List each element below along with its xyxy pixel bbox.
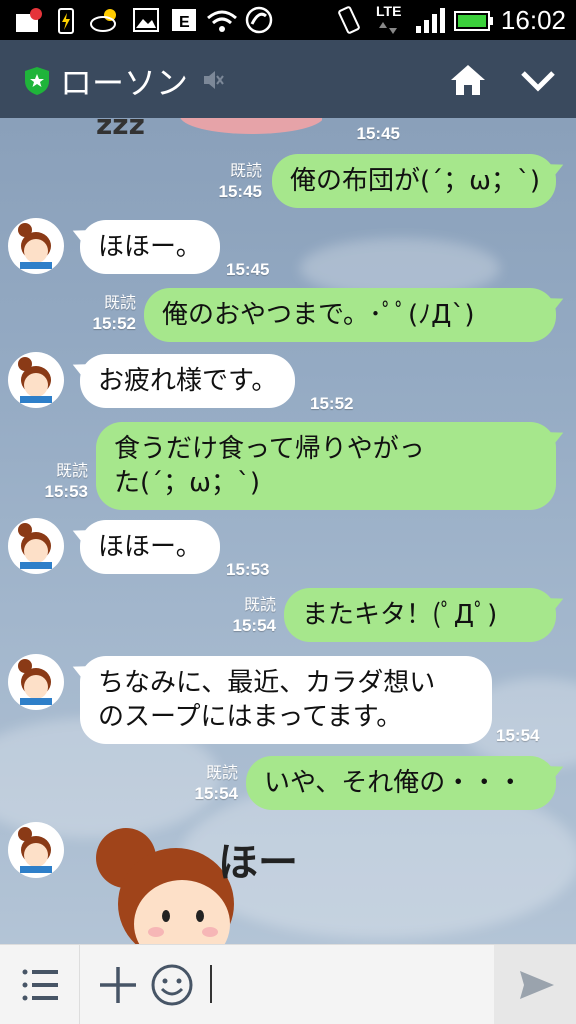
weather-icon	[90, 9, 116, 32]
message-text: ほほー。	[98, 232, 202, 262]
status-bar: E LTE 16:02	[0, 0, 576, 40]
read-receipt: 既読	[229, 163, 262, 180]
message-text: ほほー。	[98, 532, 202, 562]
message-text: 俺のおやつまで。･ﾟﾟ(ﾉД`)	[162, 300, 475, 330]
avatar-image	[9, 823, 63, 877]
message-meta: 既読 15:52	[74, 294, 136, 334]
email-icon: E	[172, 9, 196, 31]
message-meta: 15:52	[310, 394, 370, 414]
input-bar	[0, 944, 576, 1024]
avatar[interactable]	[8, 654, 64, 710]
home-icon[interactable]	[448, 62, 488, 98]
message-bubble-received[interactable]: ほほー。	[80, 220, 220, 274]
message-text: た(´；ω；`)	[114, 468, 261, 498]
status-time: 16:02	[500, 5, 566, 35]
avatar-image	[9, 519, 63, 573]
message-text: のスープにはまってます。	[98, 702, 403, 732]
read-receipt: 既読	[243, 597, 276, 614]
avatar[interactable]	[8, 352, 64, 408]
wifi-icon	[207, 10, 237, 32]
avatar-image	[9, 353, 63, 407]
message-meta: 15:45	[340, 124, 400, 144]
message-meta: 15:45	[226, 260, 286, 280]
sticker-character	[96, 828, 234, 944]
emoji-icon[interactable]	[150, 963, 194, 1007]
message-time: 15:54	[232, 616, 276, 635]
avatar[interactable]	[8, 218, 64, 274]
read-receipt: 既読	[205, 765, 238, 782]
message-text: ちなみに、最近、カラダ想い	[98, 668, 436, 698]
avatar[interactable]	[8, 518, 64, 574]
battery-icon	[454, 11, 493, 31]
mute-icon	[204, 71, 224, 89]
chat-header: ローソン	[0, 40, 576, 118]
message-time: 15:52	[310, 394, 354, 413]
message-time: 15:53	[44, 482, 88, 501]
message-text: 食うだけ食って帰りやがっ	[114, 434, 425, 464]
official-shield-icon	[25, 67, 49, 95]
read-receipt: 既読	[55, 463, 88, 480]
svg-text:E: E	[179, 14, 190, 31]
plus-icon[interactable]	[96, 963, 140, 1007]
message-input[interactable]	[206, 959, 486, 1011]
message-time: 15:45	[218, 182, 262, 201]
sync-icon	[245, 6, 273, 34]
message-meta: 既読 15:45	[200, 162, 262, 202]
message-bubble-sent[interactable]: 俺のおやつまで。･ﾟﾟ(ﾉД`)	[144, 288, 556, 342]
sticker-text: ほー	[218, 840, 298, 886]
chat-title: ローソン	[60, 64, 189, 102]
message-time: 15:52	[92, 314, 136, 333]
message-bubble-received[interactable]: お疲れ様です。	[80, 354, 296, 408]
message-meta: 既読 15:54	[214, 596, 276, 636]
message-text: お疲れ様です。	[98, 366, 278, 396]
message-time: 15:54	[496, 726, 540, 745]
menu-icon	[22, 969, 58, 1001]
avatar-image	[9, 219, 63, 273]
svg-text:zzz: zzz	[96, 118, 145, 141]
message-bubble-sent[interactable]: またキタ！(ﾟДﾟ)	[284, 588, 556, 642]
message-text: 俺の布団が(´；ω；`)	[290, 166, 541, 196]
message-meta: 15:53	[226, 560, 286, 580]
message-bubble-received[interactable]: ちなみに、最近、カラダ想い のスープにはまってます。	[80, 656, 492, 744]
battery-saver-icon	[58, 8, 74, 34]
send-button[interactable]	[494, 945, 576, 1024]
menu-button[interactable]	[0, 945, 80, 1024]
message-bubble-received[interactable]: ほほー。	[80, 520, 220, 574]
rotation-icon	[338, 6, 360, 34]
sticker-message[interactable]: ほー	[96, 824, 336, 944]
sticker-partial: zzz	[96, 118, 322, 141]
send-icon	[520, 971, 554, 999]
message-time: 15:45	[356, 124, 400, 143]
chat-area[interactable]: zzz 15:45 既読 15:45 俺の布団が(´；ω；`) ほほー。 15:…	[0, 118, 576, 944]
network-type: LTE	[376, 3, 402, 19]
read-receipt: 既読	[103, 295, 136, 312]
gallery-icon	[133, 8, 159, 32]
chevron-down-icon[interactable]	[518, 64, 558, 96]
message-time: 15:53	[226, 560, 270, 579]
avatar-image	[9, 655, 63, 709]
message-bubble-sent[interactable]: 俺の布団が(´；ω；`)	[272, 154, 556, 208]
message-time: 15:45	[226, 260, 270, 279]
message-meta: 既読 15:53	[26, 462, 88, 502]
message-meta: 15:54	[496, 726, 556, 746]
avatar[interactable]	[8, 822, 64, 878]
signal-icon	[416, 8, 445, 33]
message-text: またキタ！(ﾟДﾟ)	[302, 600, 498, 630]
message-meta: 既読 15:54	[176, 764, 238, 804]
message-bubble-sent[interactable]: 食うだけ食って帰りやがっ た(´；ω；`)	[96, 422, 556, 510]
notification-icon	[16, 8, 42, 32]
text-cursor	[210, 965, 212, 1003]
message-bubble-sent[interactable]: いや、それ俺の・・・	[246, 756, 556, 810]
message-text: いや、それ俺の・・・	[264, 768, 524, 798]
message-time: 15:54	[194, 784, 238, 803]
